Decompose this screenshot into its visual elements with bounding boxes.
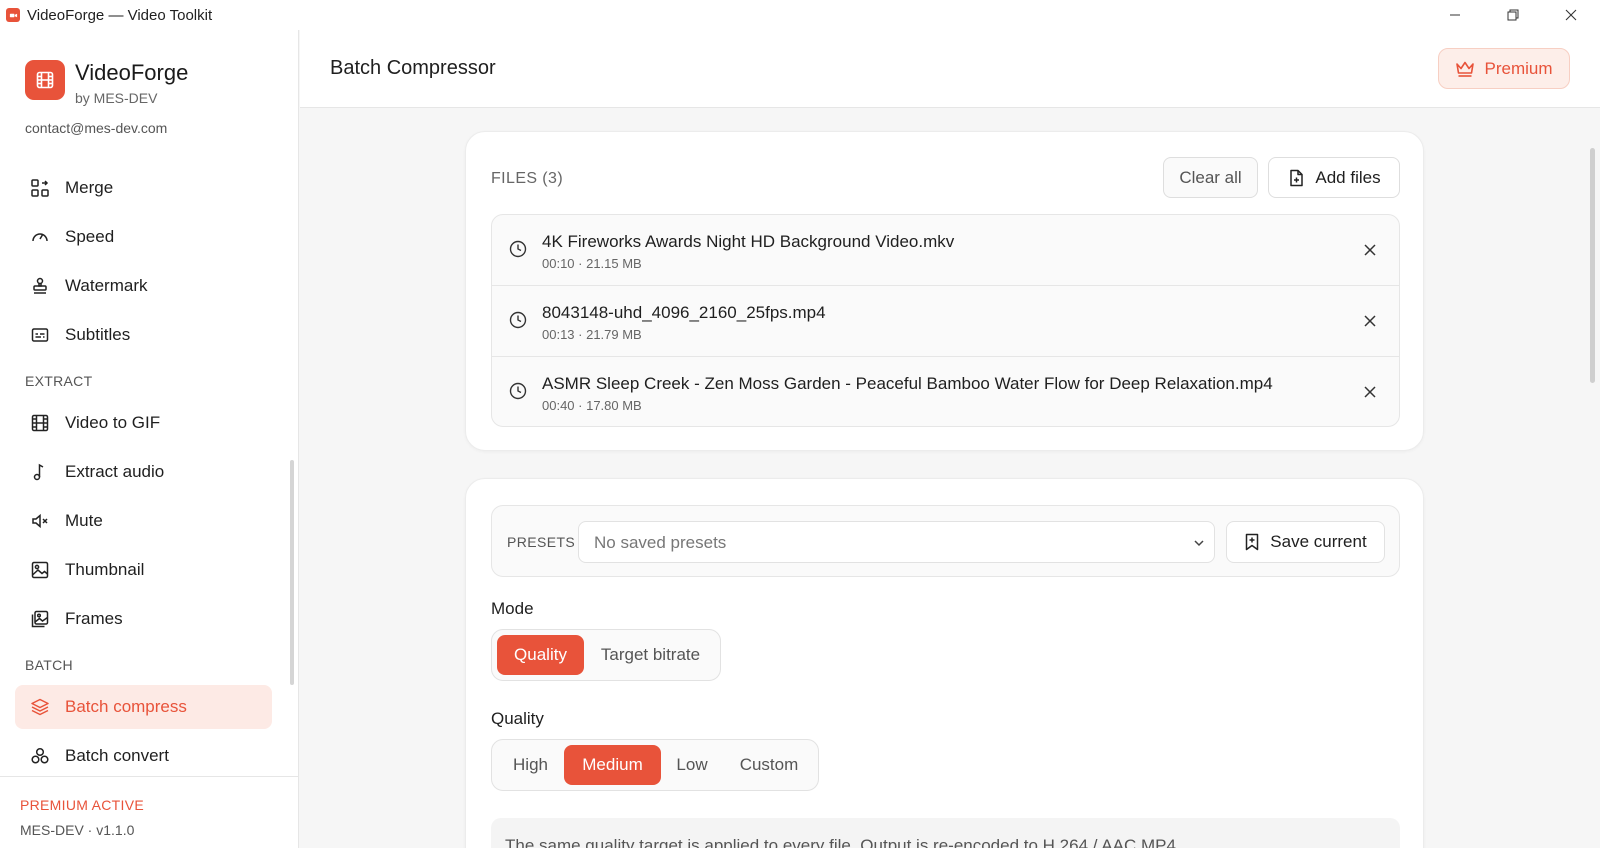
file-meta: 00:13 · 21.79 MB (542, 327, 642, 342)
sidebar: VideoForge by MES-DEV contact@mes-dev.co… (0, 30, 299, 848)
film-icon (30, 413, 50, 433)
merge-icon (30, 178, 50, 198)
clock-icon (509, 382, 527, 400)
image-icon (30, 560, 50, 580)
mode-segmented-control: Quality Target bitrate (491, 629, 721, 681)
layers-icon (30, 697, 50, 717)
section-batch: BATCH (25, 657, 73, 673)
presets-label: PRESETS (507, 534, 576, 550)
title-bar: VideoForge — Video Toolkit (0, 0, 1600, 30)
quality-option-custom[interactable]: Custom (723, 745, 815, 785)
sidebar-item-subtitles[interactable]: Subtitles (15, 313, 272, 357)
restore-icon[interactable] (1484, 0, 1542, 30)
captions-icon (30, 325, 50, 345)
page-title: Batch Compressor (330, 57, 496, 79)
film-logo-icon (25, 60, 65, 100)
file-plus-icon (1290, 169, 1304, 186)
file-name: 4K Fireworks Awards Night HD Background … (542, 232, 955, 251)
chevron-down-icon (1194, 540, 1204, 547)
sidebar-item-speed[interactable]: Speed (15, 215, 272, 259)
remove-file-icon[interactable] (1361, 312, 1379, 330)
quality-option-high[interactable]: High (497, 745, 564, 785)
quality-label: Quality (491, 709, 544, 728)
sidebar-item-watermark[interactable]: Watermark (15, 264, 272, 308)
speedometer-icon (30, 227, 50, 247)
presets-select[interactable]: No saved presets (578, 521, 1215, 563)
sidebar-item-thumbnail[interactable]: Thumbnail (15, 548, 272, 592)
sidebar-item-mute[interactable]: Mute (15, 499, 272, 543)
stamp-icon (30, 276, 50, 296)
circles-icon (30, 746, 50, 766)
info-note-text: The same quality target is applied to ev… (505, 836, 1181, 848)
minimize-icon[interactable] (1426, 0, 1484, 30)
save-current-button[interactable]: Save current (1226, 521, 1385, 563)
bookmark-plus-icon (1246, 533, 1259, 551)
file-row: ASMR Sleep Creek - Zen Moss Garden - Pea… (492, 357, 1399, 426)
file-meta: 00:10 · 21.15 MB (542, 256, 642, 271)
settings-card: PRESETS No saved presets Save current Mo… (465, 478, 1424, 848)
app-version: MES-DEV · v1.1.0 (20, 822, 135, 838)
music-note-icon (30, 462, 50, 482)
quality-option-low[interactable]: Low (661, 745, 723, 785)
premium-label: Premium (1484, 58, 1553, 78)
clear-all-button[interactable]: Clear all (1163, 157, 1258, 198)
presets-select-value: No saved presets (594, 533, 727, 552)
header: Batch Compressor Premium (300, 30, 1600, 108)
volume-mute-icon (30, 511, 50, 531)
sidebar-footer: PREMIUM ACTIVE MES-DEV · v1.1.0 (0, 776, 298, 848)
files-title: FILES (3) (491, 170, 564, 187)
file-meta: 00:40 · 17.80 MB (542, 398, 642, 413)
section-extract: EXTRACT (25, 373, 93, 389)
mode-option-quality[interactable]: Quality (497, 635, 584, 675)
sidebar-item-merge[interactable]: Merge (15, 166, 272, 210)
quality-segmented-control: High Medium Low Custom (491, 739, 819, 791)
info-note: The same quality target is applied to ev… (491, 818, 1400, 848)
file-name: 8043148-uhd_4096_2160_25fps.mp4 (542, 303, 826, 322)
brand-byline: by MES-DEV (75, 90, 158, 106)
sidebar-item-extract-audio[interactable]: Extract audio (15, 450, 272, 494)
quality-option-medium[interactable]: Medium (564, 745, 661, 785)
sidebar-item-batch-convert[interactable]: Batch convert (15, 734, 272, 778)
sidebar-item-frames[interactable]: Frames (15, 597, 272, 641)
file-row: 8043148-uhd_4096_2160_25fps.mp4 00:13 · … (492, 286, 1399, 357)
file-list: 4K Fireworks Awards Night HD Background … (491, 214, 1400, 427)
brand-email: contact@mes-dev.com (25, 120, 168, 136)
files-card: FILES (3) Clear all Add files 4K Firewor… (465, 131, 1424, 451)
window-controls (1426, 0, 1600, 30)
file-row: 4K Fireworks Awards Night HD Background … (492, 215, 1399, 286)
clock-icon (509, 311, 527, 329)
premium-button[interactable]: Premium (1438, 48, 1570, 89)
add-files-label: Add files (1315, 167, 1381, 187)
brand-name: VideoForge (75, 60, 189, 85)
mode-option-target-bitrate[interactable]: Target bitrate (584, 635, 717, 675)
premium-status: PREMIUM ACTIVE (20, 797, 144, 813)
remove-file-icon[interactable] (1361, 383, 1379, 401)
file-name: ASMR Sleep Creek - Zen Moss Garden - Pea… (542, 374, 1273, 393)
window-title: VideoForge — Video Toolkit (27, 6, 213, 24)
close-icon[interactable] (1542, 0, 1600, 30)
sidebar-item-video-to-gif[interactable]: Video to GIF (15, 401, 272, 445)
save-current-label: Save current (1270, 532, 1367, 551)
mode-label: Mode (491, 599, 534, 618)
sidebar-scrollbar[interactable] (290, 460, 294, 685)
app-camera-icon (6, 8, 20, 22)
clock-icon (509, 240, 527, 258)
add-files-button[interactable]: Add files (1268, 157, 1400, 198)
brand: VideoForge by MES-DEV (25, 60, 188, 108)
presets-box: PRESETS No saved presets Save current (491, 505, 1400, 577)
remove-file-icon[interactable] (1361, 241, 1379, 259)
sidebar-item-batch-compress[interactable]: Batch compress (15, 685, 272, 729)
main-scrollbar[interactable] (1590, 148, 1595, 383)
images-icon (30, 609, 50, 629)
